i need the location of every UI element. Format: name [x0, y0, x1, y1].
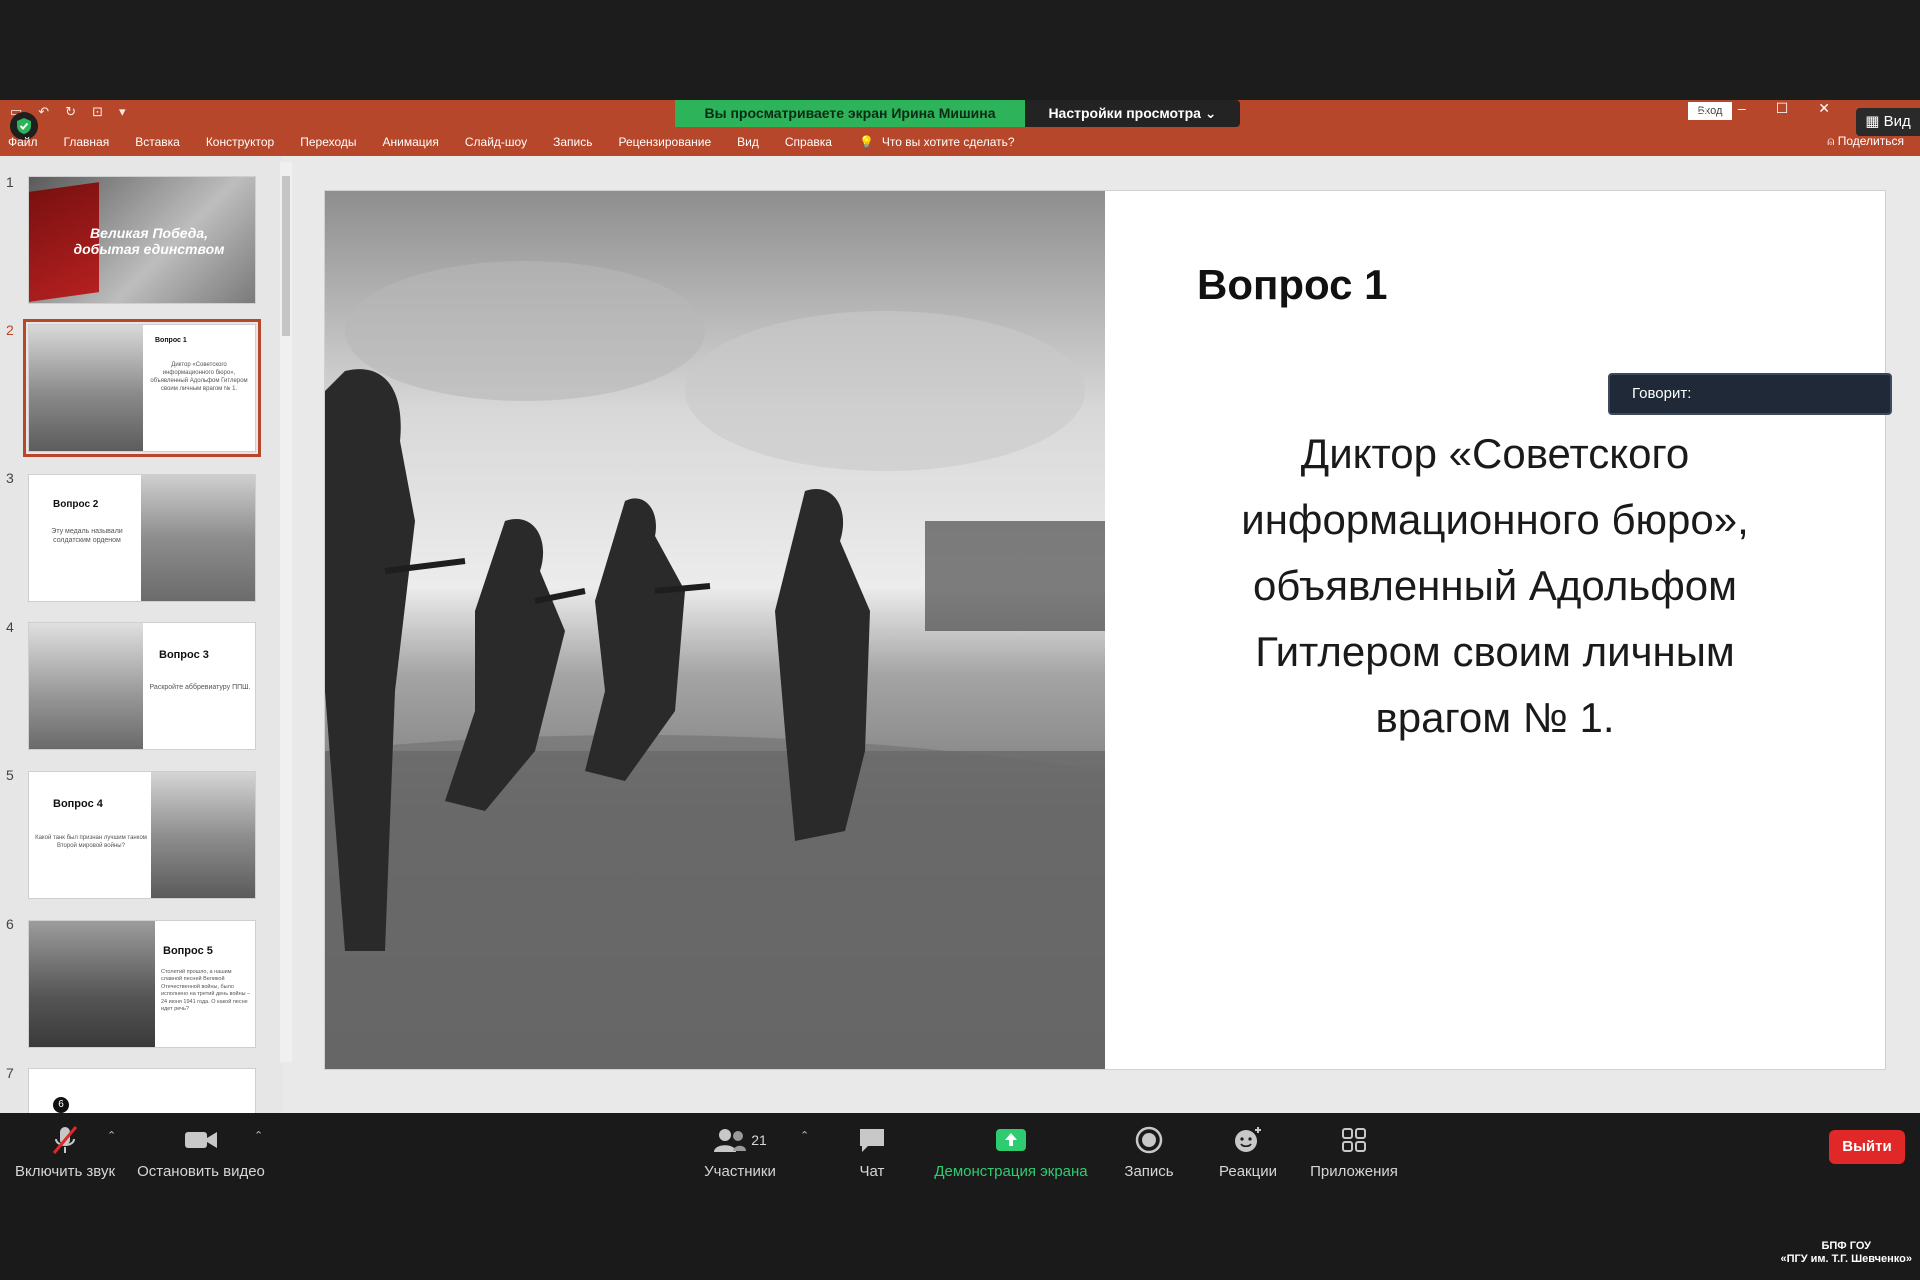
close-icon[interactable]: ✕ — [1818, 100, 1830, 117]
thumb-photo — [29, 325, 143, 451]
thumb-photo — [141, 475, 255, 601]
thumb-photo — [151, 772, 255, 898]
tell-me-search[interactable]: 💡 Что вы хотите сделать? — [845, 135, 1015, 149]
participants-button[interactable]: 21 Участники — [698, 1123, 782, 1180]
slide-canvas[interactable]: Вопрос 1 Диктор «Советского информационн… — [324, 190, 1886, 1070]
smiley-icon — [1212, 1123, 1284, 1157]
lightbulb-icon: 💡 — [858, 135, 874, 149]
thumb-text: Какой танк был признан лучшим танком Вто… — [35, 835, 147, 850]
muted-mic-icon — [10, 1123, 120, 1157]
ribbon-menu: Файл Главная Вставка Конструктор Переход… — [0, 132, 1015, 152]
menu-record[interactable]: Запись — [540, 135, 605, 149]
slide-thumbnail-5[interactable]: Вопрос 4 Какой танк был признан лучшим т… — [28, 771, 256, 899]
powerpoint-window: ▭ ↶ ↻ ⊡ ▾ Вы просматриваете экран Ирина … — [0, 100, 1920, 1113]
audio-options-caret-icon[interactable]: ⌃ — [107, 1129, 116, 1142]
zoom-view-button[interactable]: ▦ Вид — [1856, 108, 1920, 136]
thumb-title: Великая Победа, добытая единством — [73, 225, 225, 257]
thumbnail-scrollbar[interactable] — [280, 162, 292, 1062]
view-options-button[interactable]: Настройки просмотра ⌄ — [1025, 100, 1240, 127]
slide-number: 6 — [6, 916, 14, 932]
ribbon-display-icon[interactable]: ⊟ — [1696, 100, 1708, 117]
undo-icon[interactable]: ↶ — [38, 104, 49, 120]
menu-animations[interactable]: Анимация — [370, 135, 452, 149]
menu-slideshow[interactable]: Слайд-шоу — [452, 135, 540, 149]
slide-title: Вопрос 1 — [1197, 261, 1388, 308]
slide-number: 3 — [6, 470, 14, 486]
thumb-photo — [29, 623, 143, 749]
thumb-text: Эту медаль называли солдатским орденом — [51, 528, 123, 545]
participants-icon: 21 — [698, 1123, 782, 1157]
record-icon — [1116, 1123, 1182, 1157]
participants-caret-icon[interactable]: ⌃ — [800, 1129, 809, 1142]
thumb-title: Вопрос 2 — [53, 499, 99, 510]
apps-icon — [1306, 1123, 1402, 1157]
menu-home[interactable]: Главная — [51, 135, 123, 149]
slide-thumbnail-7[interactable]: 6 — [28, 1068, 256, 1113]
video-camera-icon — [136, 1123, 266, 1157]
minimize-icon[interactable]: – — [1738, 100, 1746, 117]
menu-view[interactable]: Вид — [724, 135, 772, 149]
chat-button[interactable]: Чат — [842, 1123, 902, 1180]
thumb-text: Раскройте аббревиатуру ППШ. — [149, 684, 251, 691]
thumb-title: Вопрос 4 — [53, 798, 103, 810]
participants-count: 21 — [751, 1132, 767, 1148]
share-screen-icon — [928, 1123, 1094, 1157]
menu-transitions[interactable]: Переходы — [287, 135, 369, 149]
share-screen-button[interactable]: Демонстрация экрана — [928, 1123, 1094, 1180]
chat-icon — [842, 1123, 902, 1157]
grid-icon: ▦ — [1865, 113, 1884, 130]
thumb-text: Столетий прошло, а нашим славной песней … — [161, 969, 251, 1013]
slide-thumbnail-6[interactable]: Вопрос 5 Столетий прошло, а нашим славно… — [28, 920, 256, 1048]
apps-button[interactable]: Приложения — [1306, 1123, 1402, 1180]
slide-number: 4 — [6, 619, 14, 635]
slide-thumbnail-3[interactable]: Вопрос 2 Эту медаль называли солдатским … — [28, 474, 256, 602]
share-button[interactable]: ⍝ Поделиться — [1827, 134, 1904, 149]
thumb-title: Вопрос 3 — [159, 649, 209, 661]
thumb-title: Вопрос 1 — [155, 337, 187, 344]
slide-badge: 6 — [53, 1097, 69, 1113]
maximize-icon[interactable]: ☐ — [1776, 100, 1789, 117]
slide-number: 1 — [6, 174, 14, 190]
reactions-button[interactable]: Реакции — [1212, 1123, 1284, 1180]
slide-thumbnail-panel: 1 Великая Победа, добытая единством 2 Во… — [0, 156, 282, 1113]
thumb-title: Вопрос 5 — [163, 945, 213, 957]
slide-thumbnail-1[interactable]: Великая Победа, добытая единством — [28, 176, 256, 304]
menu-help[interactable]: Справка — [772, 135, 845, 149]
stop-video-button[interactable]: Остановить видео — [136, 1123, 266, 1180]
slide-number: 5 — [6, 767, 14, 783]
thumb-photo — [29, 921, 155, 1047]
present-icon[interactable]: ⊡ — [92, 104, 103, 120]
person-icon: ⍝ — [1827, 134, 1838, 148]
unmute-button[interactable]: Включить звук — [10, 1123, 120, 1180]
slide-number: 2 — [6, 322, 14, 338]
redo-icon[interactable]: ↻ — [65, 104, 76, 120]
leave-button[interactable]: Выйти — [1829, 1130, 1905, 1164]
menu-file[interactable]: Файл — [0, 135, 51, 149]
slide-number: 7 — [6, 1065, 14, 1081]
video-options-caret-icon[interactable]: ⌃ — [254, 1129, 263, 1142]
slide-thumbnail-2[interactable]: Вопрос 1 Диктор «Советского информационн… — [23, 319, 261, 457]
menu-insert[interactable]: Вставка — [122, 135, 193, 149]
zoom-window: ▭ ↶ ↻ ⊡ ▾ Вы просматриваете экран Ирина … — [0, 0, 1920, 1280]
speaking-indicator: Говорит: — [1608, 373, 1892, 415]
slide-thumbnail-4[interactable]: Вопрос 3 Раскройте аббревиатуру ППШ. — [28, 622, 256, 750]
sharing-banner: Вы просматриваете экран Ирина Мишина — [675, 100, 1025, 127]
thumb-text: Диктор «Советского информационного бюро»… — [150, 362, 248, 393]
record-button[interactable]: Запись — [1116, 1123, 1182, 1180]
scrollbar-thumb[interactable] — [282, 176, 290, 336]
menu-design[interactable]: Конструктор — [193, 135, 287, 149]
slide-body-text: Диктор «Советского информационного бюро»… — [1241, 430, 1749, 741]
window-controls: ⊟ – ☐ ✕ — [1696, 100, 1830, 117]
menu-review[interactable]: Рецензирование — [605, 135, 724, 149]
customize-icon[interactable]: ▾ — [119, 104, 126, 120]
ribbon: ▭ ↶ ↻ ⊡ ▾ Вы просматриваете экран Ирина … — [0, 100, 1920, 156]
soldiers-photo — [325, 191, 1105, 1069]
zoom-toolbar: Включить звук ⌃ Остановить видео ⌃ 21 Уч… — [0, 1113, 1920, 1280]
watermark: БПФ ГОУ «ПГУ им. Т.Г. Шевченко» — [1780, 1240, 1912, 1265]
